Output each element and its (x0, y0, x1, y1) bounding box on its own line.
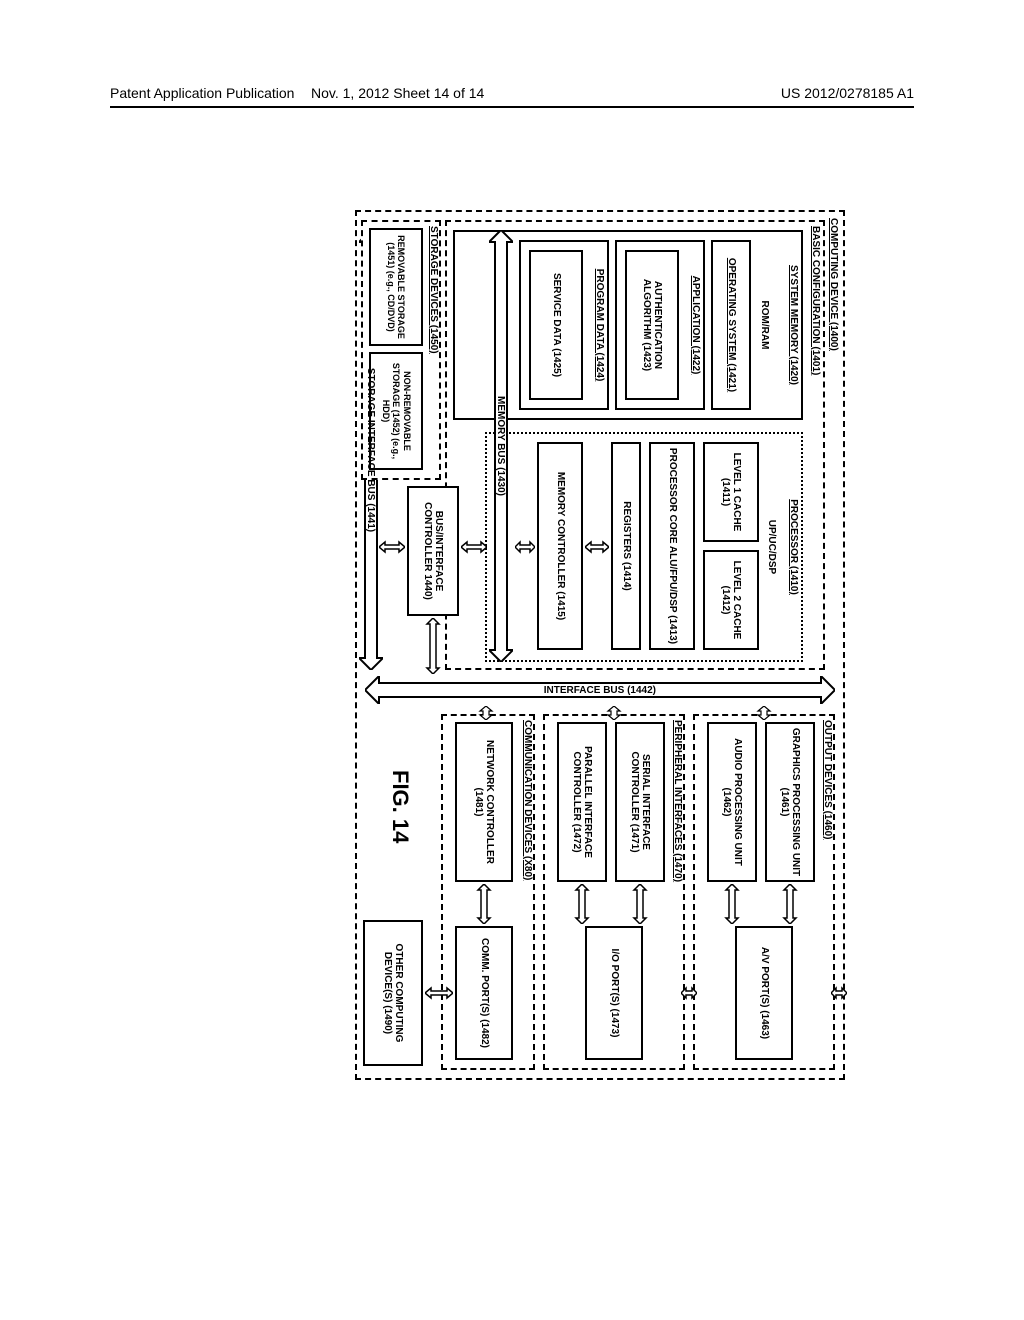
comm-devices-title: COMMUNICATION DEVICES (X80) (522, 720, 533, 880)
os-box: OPERATING SYSTEM (1421) (711, 240, 751, 410)
interface-bus: INTERFACE BUS (1442) (365, 676, 835, 704)
storage-bus-label: STORAGE INTERFACE BUS (1441) (366, 368, 377, 532)
io-ports-box: I/O PORT(S) (1473) (585, 926, 643, 1060)
peripheral-title: PERIPHERAL INTERFACES (1470) (672, 720, 683, 882)
arrow-icon (573, 884, 591, 924)
rom-ram-label: ROM/RAM (755, 238, 773, 412)
header-center: Nov. 1, 2012 Sheet 14 of 14 (311, 85, 484, 101)
output-devices-title: OUTPUT DEVICES (1460) (822, 720, 833, 839)
arrow-icon (681, 984, 697, 1002)
proc-core-box: PROCESSOR CORE ALU/FPU/DSP (1413) (649, 442, 695, 650)
arrow-icon (723, 884, 741, 924)
arrow-icon (477, 706, 495, 720)
arrow-icon (425, 984, 453, 1002)
basic-config-title: BASIC CONFIGURATION (1401) (810, 226, 821, 375)
l2-cache-box: LEVEL 2 CACHE (1412) (703, 550, 759, 650)
arrow-icon (515, 538, 535, 556)
os-title: OPERATING SYSTEM (1421) (725, 258, 737, 392)
arrow-icon (831, 984, 847, 1002)
arrow-icon (585, 538, 609, 556)
parallel-ctrl-box: PARALLEL INTERFACE CONTROLLER (1472) (557, 722, 607, 882)
mem-ctrl-box: MEMORY CONTROLLER (1415) (537, 442, 583, 650)
comm-ports-box: COMM. PORT(S) (1482) (455, 926, 513, 1060)
net-ctrl-box: NETWORK CONTROLLER (1481) (455, 722, 513, 882)
serial-ctrl-box: SERIAL INTERFACE CONTROLLER (1471) (615, 722, 665, 882)
bus-interface-controller-box: BUS/INTERFACE CONTROLLER 1440) (407, 486, 459, 616)
av-ports-box: A/V PORT(S) (1463) (735, 926, 793, 1060)
memory-bus: MEMORY BUS (1430) (489, 230, 513, 662)
arrow-icon (781, 884, 799, 924)
l1-cache-box: LEVEL 1 CACHE (1411) (703, 442, 759, 542)
header-rule (110, 106, 914, 108)
diagram: COMPUTING DEVICE (1400) BASIC CONFIGURAT… (145, 210, 845, 1110)
apu-box: AUDIO PROCESSING UNIT (1462) (707, 722, 757, 882)
arrow-icon (605, 706, 623, 720)
arrow-icon (424, 618, 442, 674)
storage-devices-title: STORAGE DEVICES (1450) (428, 226, 439, 354)
program-data-title: PROGRAM DATA (1424) (594, 250, 605, 400)
removable-storage-box: REMOVABLE STORAGE (1451) (e.g., CD/DVD) (369, 228, 423, 346)
service-data-box: SERVICE DATA (1425) (529, 250, 583, 400)
app-title: APPLICATION (1422) (690, 250, 701, 400)
memory-bus-label: MEMORY BUS (1430) (496, 396, 507, 496)
arrow-icon (461, 538, 487, 556)
header-right: US 2012/0278185 A1 (781, 85, 914, 101)
arrow-icon (755, 706, 773, 720)
nonremovable-storage-box: NON-REMOVABLE STORAGE (1452) (e.g., HDD) (369, 352, 423, 470)
processor-title: PROCESSOR (1410) (788, 440, 799, 654)
arrow-icon (475, 884, 493, 924)
up-uc-dsp-label: UP/UC/DSP (763, 440, 779, 654)
registers-box: REGISTERS (1414) (611, 442, 641, 650)
auth-algo-box: AUTHENTICATION ALGORITHM (1423) (625, 250, 679, 400)
header-left: Patent Application Publication (110, 85, 294, 101)
arrow-icon (631, 884, 649, 924)
computing-device-title: COMPUTING DEVICE (1400) (828, 218, 840, 351)
gpu-box: GRAPHICS PROCESSING UNIT (1461) (765, 722, 815, 882)
system-memory-title: SYSTEM MEMORY (1420) (788, 238, 799, 412)
figure-label: FIG. 14 (387, 770, 413, 843)
interface-bus-label: INTERFACE BUS (1442) (544, 685, 656, 696)
other-devices-box: OTHER COMPUTING DEVICE(S) (1490) (363, 920, 423, 1066)
